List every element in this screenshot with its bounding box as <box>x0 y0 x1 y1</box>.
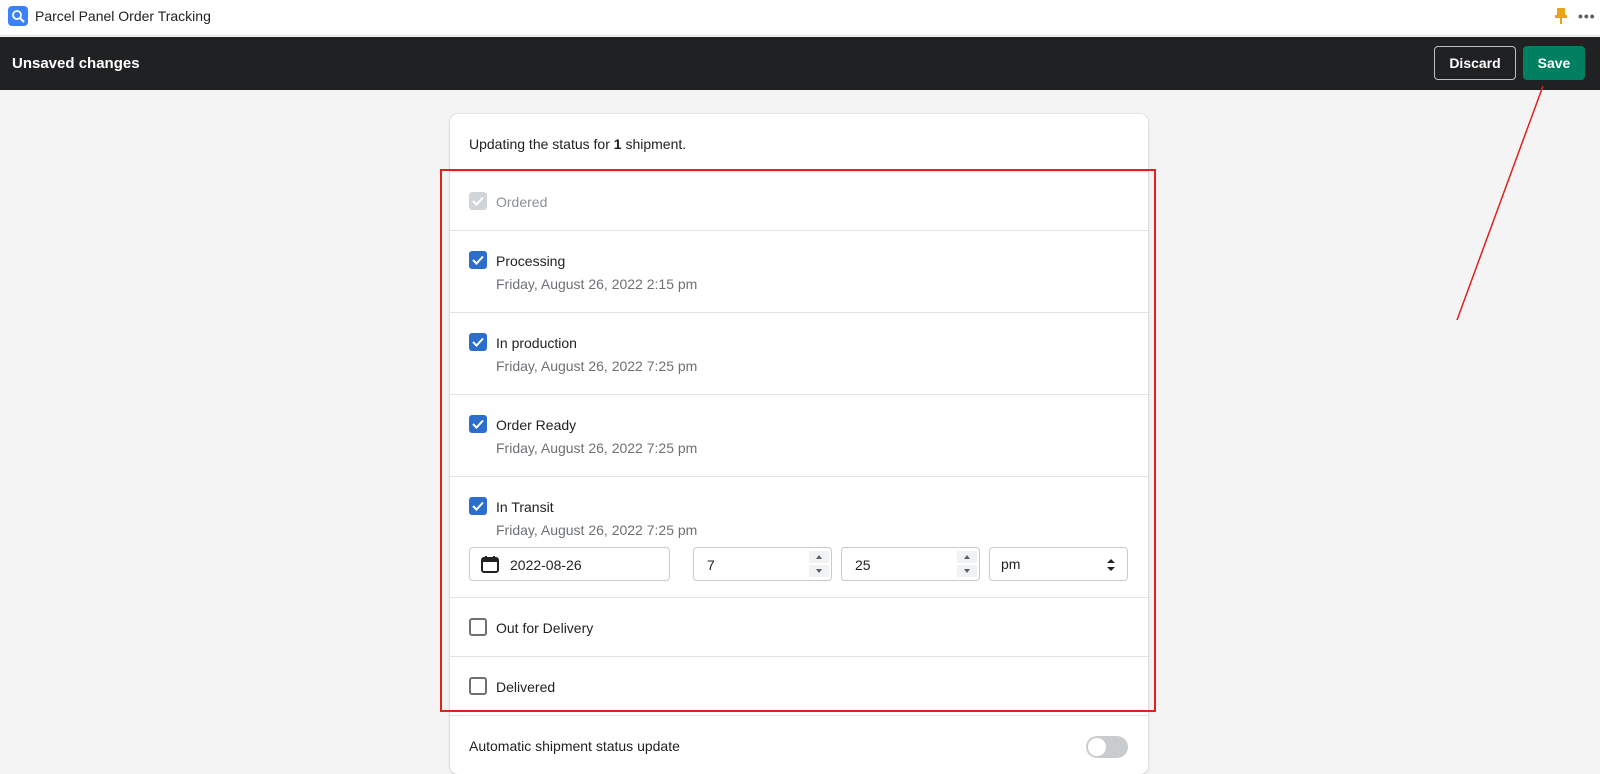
annotation-highlight-box <box>440 169 1156 712</box>
intro-suffix: shipment. <box>621 136 687 152</box>
intro-prefix: Updating the status for <box>469 136 614 152</box>
shipment-count: 1 <box>613 136 622 152</box>
auto-update-toggle[interactable] <box>1086 736 1128 758</box>
intro-text: Updating the status for 1 shipment. <box>469 136 686 152</box>
app-header: Parcel Panel Order Tracking ••• <box>0 0 1600 36</box>
pin-icon[interactable] <box>1554 7 1568 25</box>
contextual-save-bar: Unsaved changes <box>0 37 1600 90</box>
more-options-icon[interactable]: ••• <box>1578 8 1596 24</box>
app-title: Parcel Panel Order Tracking <box>35 8 211 24</box>
save-bar-title: Unsaved changes <box>12 55 140 72</box>
auto-update-label: Automatic shipment status update <box>469 738 680 754</box>
auto-update-row: Automatic shipment status update <box>450 715 1148 774</box>
toggle-knob <box>1088 738 1106 756</box>
save-button[interactable]: Save <box>1523 46 1585 80</box>
app-logo-icon <box>8 6 28 26</box>
discard-button[interactable]: Discard <box>1434 46 1516 80</box>
